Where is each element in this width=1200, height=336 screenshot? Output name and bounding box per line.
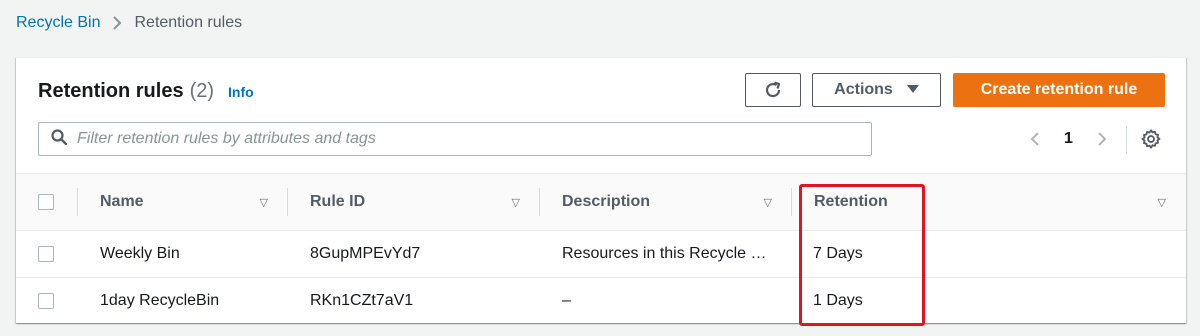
table-row[interactable]: 1day RecycleBin RKn1CZt7aV1 – 1 Days: [16, 278, 1186, 325]
search-field[interactable]: [38, 122, 872, 156]
row-checkbox[interactable]: [38, 293, 54, 310]
actions-label: Actions: [834, 81, 893, 98]
rule-name: Weekly Bin: [100, 245, 180, 262]
table-header-row: Name ▽ Rule ID ▽ Description ▽ Retention ▽: [16, 173, 1186, 231]
caret-down-icon: [906, 83, 919, 97]
breadcrumb-current: Retention rules: [134, 14, 243, 31]
chevron-right-icon: [112, 15, 122, 31]
column-label: Description: [562, 193, 651, 210]
rule-id: 8GupMPEvYd7: [310, 245, 421, 262]
previous-page-icon[interactable]: [1024, 131, 1046, 147]
pager-divider: [1126, 126, 1127, 154]
rule-description: –: [562, 292, 571, 310]
sort-caret-icon[interactable]: ▽: [1158, 196, 1166, 209]
column-label: Name: [100, 193, 144, 210]
breadcrumb-recycle-bin-link[interactable]: Recycle Bin: [16, 14, 100, 32]
page-title: Retention rules (2) Info: [38, 80, 254, 103]
gear-icon[interactable]: [1140, 128, 1164, 152]
sort-caret-icon[interactable]: ▽: [764, 196, 772, 209]
table-row[interactable]: Weekly Bin 8GupMPEvYd7 Resources in this…: [16, 231, 1186, 278]
actions-dropdown-button[interactable]: Actions: [812, 73, 941, 107]
search-input[interactable]: [77, 130, 871, 148]
refresh-icon: [765, 81, 781, 98]
column-label: Rule ID: [310, 193, 366, 210]
create-retention-rule-button[interactable]: Create retention rule: [953, 73, 1165, 107]
panel-title-text: Retention rules: [38, 80, 184, 102]
column-header-description[interactable]: Description ▽: [540, 174, 792, 231]
sort-caret-icon[interactable]: ▽: [512, 196, 520, 209]
refresh-button[interactable]: [745, 73, 801, 107]
header-select-all: [16, 174, 78, 231]
select-all-checkbox[interactable]: [38, 194, 54, 210]
column-label: Retention: [814, 193, 888, 210]
column-header-name[interactable]: Name ▽: [78, 174, 288, 231]
retention-rules-panel: Retention rules (2) Info Actions Create …: [16, 57, 1186, 326]
search-icon: [51, 128, 68, 150]
row-checkbox[interactable]: [38, 246, 54, 262]
breadcrumb: Recycle Bin Retention rules: [16, 14, 242, 32]
retention-rules-table: Name ▽ Rule ID ▽ Description ▽ Retention ▽: [16, 173, 1186, 325]
info-link[interactable]: Info: [228, 84, 254, 100]
rule-count: (2): [189, 80, 215, 102]
rule-name: 1day RecycleBin: [100, 292, 220, 310]
rule-id: RKn1CZt7aV1: [310, 292, 414, 310]
column-header-rule-id[interactable]: Rule ID ▽: [288, 174, 540, 231]
next-page-icon[interactable]: [1091, 131, 1113, 147]
rule-retention: 7 Days: [813, 245, 863, 262]
pagination: 1: [1024, 124, 1113, 154]
sort-caret-icon[interactable]: ▽: [260, 196, 268, 209]
column-header-retention[interactable]: Retention ▽: [792, 174, 1186, 231]
current-page-number[interactable]: 1: [1064, 130, 1073, 148]
rule-description: Resources in this Recycle …: [562, 245, 767, 262]
rule-retention: 1 Days: [813, 292, 863, 310]
